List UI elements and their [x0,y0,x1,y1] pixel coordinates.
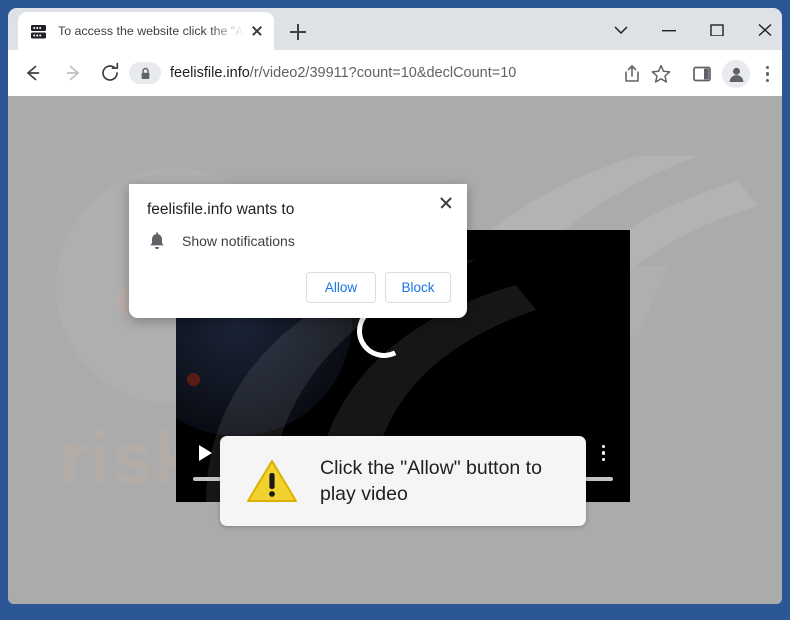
reload-icon[interactable] [96,59,124,87]
forward-icon [60,59,88,87]
page-viewport: risk.com 0:00 / 0:01 [8,96,782,604]
server-icon [30,23,47,40]
lock-icon[interactable] [129,62,161,84]
menu-dot [602,445,605,448]
url-text: feelisfile.info/r/video2/39911?count=10&… [170,65,516,81]
tab-title: To access the website click the "A [58,24,246,38]
warning-triangle-icon [246,458,298,504]
allow-button[interactable]: Allow [306,272,376,303]
allow-instruction-banner: Click the "Allow" button to play video [220,436,586,526]
menu-dot [766,66,769,69]
back-icon[interactable] [18,59,46,87]
window-frame: To access the website click the "A [0,0,790,620]
star-icon[interactable] [649,62,673,86]
address-bar[interactable]: feelisfile.info/r/video2/39911?count=10&… [129,62,619,84]
close-tab-icon[interactable] [248,22,266,40]
close-dialog-icon[interactable] [434,191,458,215]
share-icon[interactable] [620,62,644,86]
menu-dot [602,451,605,454]
side-panel-icon[interactable] [690,62,714,86]
minimize-icon[interactable] [646,14,692,46]
video-more-options-icon[interactable] [596,442,612,464]
menu-dot [766,72,769,75]
bell-icon [148,232,166,251]
block-button[interactable]: Block [385,272,451,303]
tab-search-icon[interactable] [598,14,644,46]
new-tab-button[interactable] [284,18,312,46]
permission-label: Show notifications [182,233,295,249]
tab-strip: To access the website click the "A [8,8,782,50]
browser-tab[interactable]: To access the website click the "A [18,12,274,50]
profile-avatar[interactable] [722,60,750,88]
menu-dot [602,458,605,461]
browser-window: To access the website click the "A [8,8,782,604]
play-icon[interactable] [194,442,216,464]
close-window-icon[interactable] [742,14,782,46]
browser-menu-icon[interactable] [758,62,776,86]
browser-toolbar: feelisfile.info/r/video2/39911?count=10&… [8,50,782,96]
notification-permission-dialog: feelisfile.info wants to Show notificati… [129,184,467,318]
maximize-icon[interactable] [694,14,740,46]
menu-dot [766,79,769,82]
allow-instruction-text: Click the "Allow" button to play video [320,455,570,507]
permission-dialog-title: feelisfile.info wants to [147,201,294,219]
